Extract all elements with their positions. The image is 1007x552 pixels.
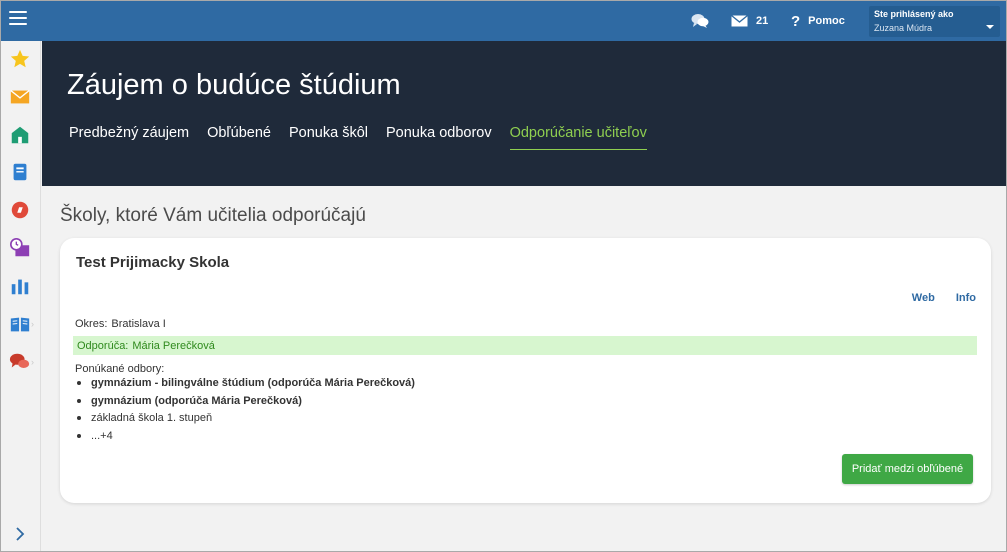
offered-fields-label: Ponúkané odbory: bbox=[75, 363, 165, 375]
add-to-favorites-button[interactable]: Pridať medzi obľúbené bbox=[842, 454, 973, 484]
page-header: Záujem o budúce štúdium Predbežný záujem… bbox=[42, 41, 1006, 186]
user-name: Zuzana Múdra bbox=[874, 23, 933, 33]
caret-down-icon bbox=[986, 25, 994, 29]
district-value: Bratislava I bbox=[111, 318, 166, 330]
chevron-right-icon: › bbox=[31, 319, 34, 329]
list-item[interactable]: ...+4 bbox=[76, 430, 415, 448]
help-label: Pomoc bbox=[808, 15, 845, 27]
tab-teacher-recommendations[interactable]: Odporúčanie učiteľov bbox=[509, 125, 647, 150]
page-title: Záujem o budúce štúdium bbox=[67, 69, 401, 101]
recommended-by-value: Mária Perečková bbox=[132, 340, 215, 352]
recommended-by-bar: Odporúča: Mária Perečková bbox=[73, 336, 977, 355]
expand-sidebar-icon[interactable] bbox=[12, 526, 28, 542]
sidebar-item-activities[interactable] bbox=[9, 199, 31, 221]
envelope-icon bbox=[731, 15, 748, 27]
sidebar-item-statistics[interactable] bbox=[9, 275, 31, 297]
sidebar-item-favorites[interactable] bbox=[9, 48, 31, 70]
book-icon bbox=[10, 317, 30, 332]
question-icon: ? bbox=[791, 12, 801, 30]
section-title: Školy, ktoré Vám učitelia odporúčajú bbox=[60, 205, 366, 226]
star-icon bbox=[10, 49, 30, 68]
messages-button[interactable]: 21 bbox=[731, 1, 768, 41]
top-bar: 21 ? Pomoc Ste prihlásený ako Zuzana Múd… bbox=[1, 1, 1006, 41]
district-label: Okres: bbox=[75, 318, 108, 330]
list-item: gymnázium - bilingválne štúdium (odporúč… bbox=[76, 377, 415, 395]
sidebar-item-study[interactable] bbox=[9, 313, 31, 335]
tab-preliminary-interest[interactable]: Predbežný záujem bbox=[69, 125, 189, 150]
sidebar: › › bbox=[1, 41, 41, 551]
schedule-icon bbox=[10, 238, 30, 257]
sidebar-item-school[interactable] bbox=[9, 124, 31, 146]
chevron-right-icon: › bbox=[31, 357, 34, 367]
user-menu[interactable]: Ste prihlásený ako Zuzana Múdra bbox=[869, 6, 1000, 37]
offered-fields-list: gymnázium - bilingválne štúdium (odporúč… bbox=[76, 377, 415, 447]
user-label: Ste prihlásený ako bbox=[874, 9, 954, 19]
sidebar-item-communication[interactable] bbox=[9, 351, 31, 373]
card-links: Web Info bbox=[891, 292, 976, 304]
speech-bubbles-icon bbox=[9, 353, 30, 368]
district: Okres: Bratislava I bbox=[75, 318, 166, 330]
list-item: gymnázium (odporúča Mária Perečková) bbox=[76, 395, 415, 413]
tab-field-offer[interactable]: Ponuka odborov bbox=[386, 125, 492, 150]
school-name: Test Prijimacky Skola bbox=[76, 254, 230, 271]
sidebar-item-messages[interactable] bbox=[9, 86, 31, 108]
recommended-by-label: Odporúča: bbox=[77, 340, 129, 352]
compass-icon bbox=[11, 201, 29, 219]
tab-favorites[interactable]: Obľúbené bbox=[207, 125, 271, 150]
help-button[interactable]: ? Pomoc bbox=[791, 1, 845, 41]
tab-bar: Predbežný záujem Obľúbené Ponuka škôl Po… bbox=[69, 125, 665, 150]
chart-icon bbox=[11, 279, 29, 295]
school-icon bbox=[11, 126, 29, 144]
message-count-badge: 21 bbox=[756, 15, 769, 27]
menu-icon[interactable] bbox=[9, 11, 27, 29]
notebook-icon bbox=[13, 163, 27, 181]
envelope-icon bbox=[10, 90, 30, 104]
sidebar-item-notebook[interactable] bbox=[9, 161, 31, 183]
list-item: základná škola 1. stupeň bbox=[76, 412, 415, 430]
info-link[interactable]: Info bbox=[956, 292, 976, 304]
school-card: Test Prijimacky Skola Web Info Okres: Bra… bbox=[60, 238, 991, 503]
web-link[interactable]: Web bbox=[912, 292, 935, 304]
tab-school-offer[interactable]: Ponuka škôl bbox=[289, 125, 368, 150]
app-window: 21 ? Pomoc Ste prihlásený ako Zuzana Múd… bbox=[0, 0, 1007, 552]
sidebar-item-schedule[interactable] bbox=[9, 237, 31, 259]
chat-icon[interactable] bbox=[691, 1, 709, 41]
